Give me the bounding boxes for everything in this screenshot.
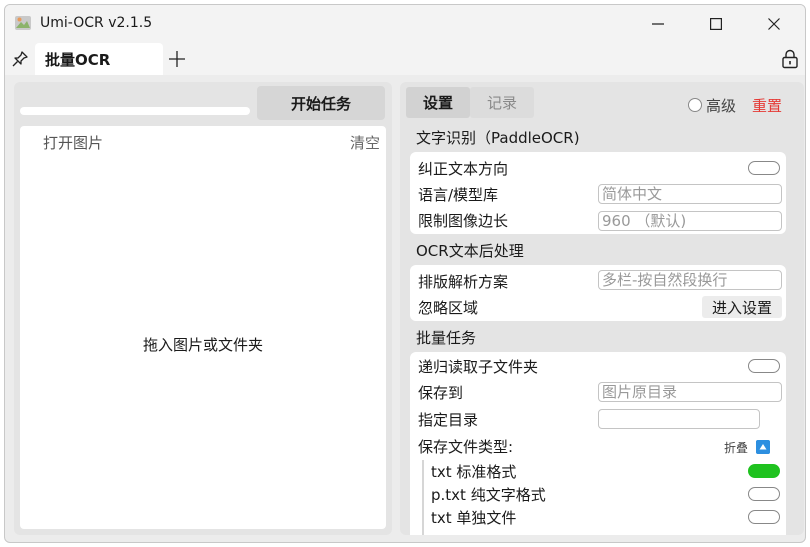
row-label-layout: 排版解析方案 [418, 273, 509, 291]
row-label-dir: 指定目录 [418, 411, 479, 429]
reset-button[interactable]: 重置 [752, 95, 782, 116]
row-label-limit: 限制图像边长 [418, 212, 509, 230]
toggle-orient[interactable] [748, 161, 780, 175]
app-logo-icon [15, 16, 31, 30]
lock-icon[interactable] [781, 49, 799, 69]
toggle-txt-single[interactable] [748, 510, 780, 524]
section-title-post: OCR文本后处理 [416, 242, 524, 260]
section-title-batch: 批量任务 [416, 329, 477, 347]
section-title-ocr: 文字识别（PaddleOCR) [416, 129, 580, 147]
row-label-txt-single: txt 单独文件 [431, 509, 517, 527]
row-label-ptxt: p.txt 纯文字格式 [431, 486, 546, 504]
row-label-types: 保存文件类型: [418, 438, 514, 456]
toggle-txt[interactable] [748, 464, 780, 478]
tab-batch-ocr[interactable]: 批量OCR [35, 43, 163, 75]
title-bar[interactable]: Umi-OCR v2.1.5 [5, 5, 805, 43]
clear-button[interactable]: 清空 [350, 132, 380, 153]
row-label-orient: 纠正文本方向 [418, 160, 509, 178]
start-task-button[interactable]: 开始任务 [257, 86, 385, 120]
tab-bar: 批量OCR [5, 43, 805, 75]
advanced-radio[interactable] [688, 98, 702, 112]
maximize-button[interactable] [687, 5, 745, 43]
window-title: Umi-OCR v2.1.5 [40, 15, 153, 31]
tab-label: 批量OCR [45, 51, 111, 69]
minimize-icon [652, 23, 664, 25]
ignore-area-settings-button[interactable]: 进入设置 [702, 296, 782, 318]
minimize-button[interactable] [629, 5, 687, 43]
card-post: 排版解析方案 多栏-按自然段换行 忽略区域 进入设置 [410, 265, 786, 321]
pin-icon[interactable] [11, 50, 29, 68]
row-label-saveto: 保存到 [418, 384, 464, 402]
row-label-lang: 语言/模型库 [418, 186, 499, 204]
limit-size-select[interactable]: 960 （默认) [598, 211, 782, 231]
settings-panel: 设置 记录 高级 重置 文字识别（PaddleOCR) 纠正文本方向 语言/模型… [400, 82, 804, 535]
add-tab-icon[interactable] [167, 49, 187, 69]
fold-label[interactable]: 折叠 [724, 439, 748, 456]
tab-records[interactable]: 记录 [470, 87, 534, 118]
layout-parser-select[interactable]: 多栏-按自然段换行 [598, 270, 782, 290]
advanced-label[interactable]: 高级 [706, 95, 736, 116]
tab-settings[interactable]: 设置 [406, 87, 470, 118]
toggle-recurse[interactable] [748, 359, 780, 373]
drop-hint: 拖入图片或文件夹 [142, 336, 263, 354]
tree-line [422, 460, 424, 535]
app-window: Umi-OCR v2.1.5 批量OCR 开始任务 打开图片 清空 拖入图片或文… [4, 4, 806, 543]
row-label-txt: txt 标准格式 [431, 463, 517, 481]
close-button[interactable] [745, 5, 803, 43]
toggle-ptxt[interactable] [748, 487, 780, 501]
row-label-recurse: 递归读取子文件夹 [418, 358, 539, 376]
maximize-icon [710, 18, 722, 30]
save-location-select[interactable]: 图片原目录 [598, 382, 782, 402]
task-panel: 开始任务 打开图片 清空 拖入图片或文件夹 [14, 82, 392, 535]
language-select[interactable]: 简体中文 [598, 184, 782, 204]
card-batch: 递归读取子文件夹 保存到 图片原目录 指定目录 保存文件类型: 折叠 txt 标… [410, 352, 786, 535]
row-label-ignore: 忽略区域 [418, 299, 479, 317]
fold-up-icon[interactable] [756, 440, 770, 454]
card-ocr: 纠正文本方向 语言/模型库 简体中文 限制图像边长 960 （默认) [410, 152, 786, 234]
open-image-button[interactable]: 打开图片 [43, 132, 103, 153]
directory-input[interactable] [598, 409, 760, 429]
close-icon [768, 18, 780, 30]
image-drop-area[interactable]: 打开图片 清空 拖入图片或文件夹 [20, 126, 386, 529]
progress-bar [20, 107, 250, 115]
